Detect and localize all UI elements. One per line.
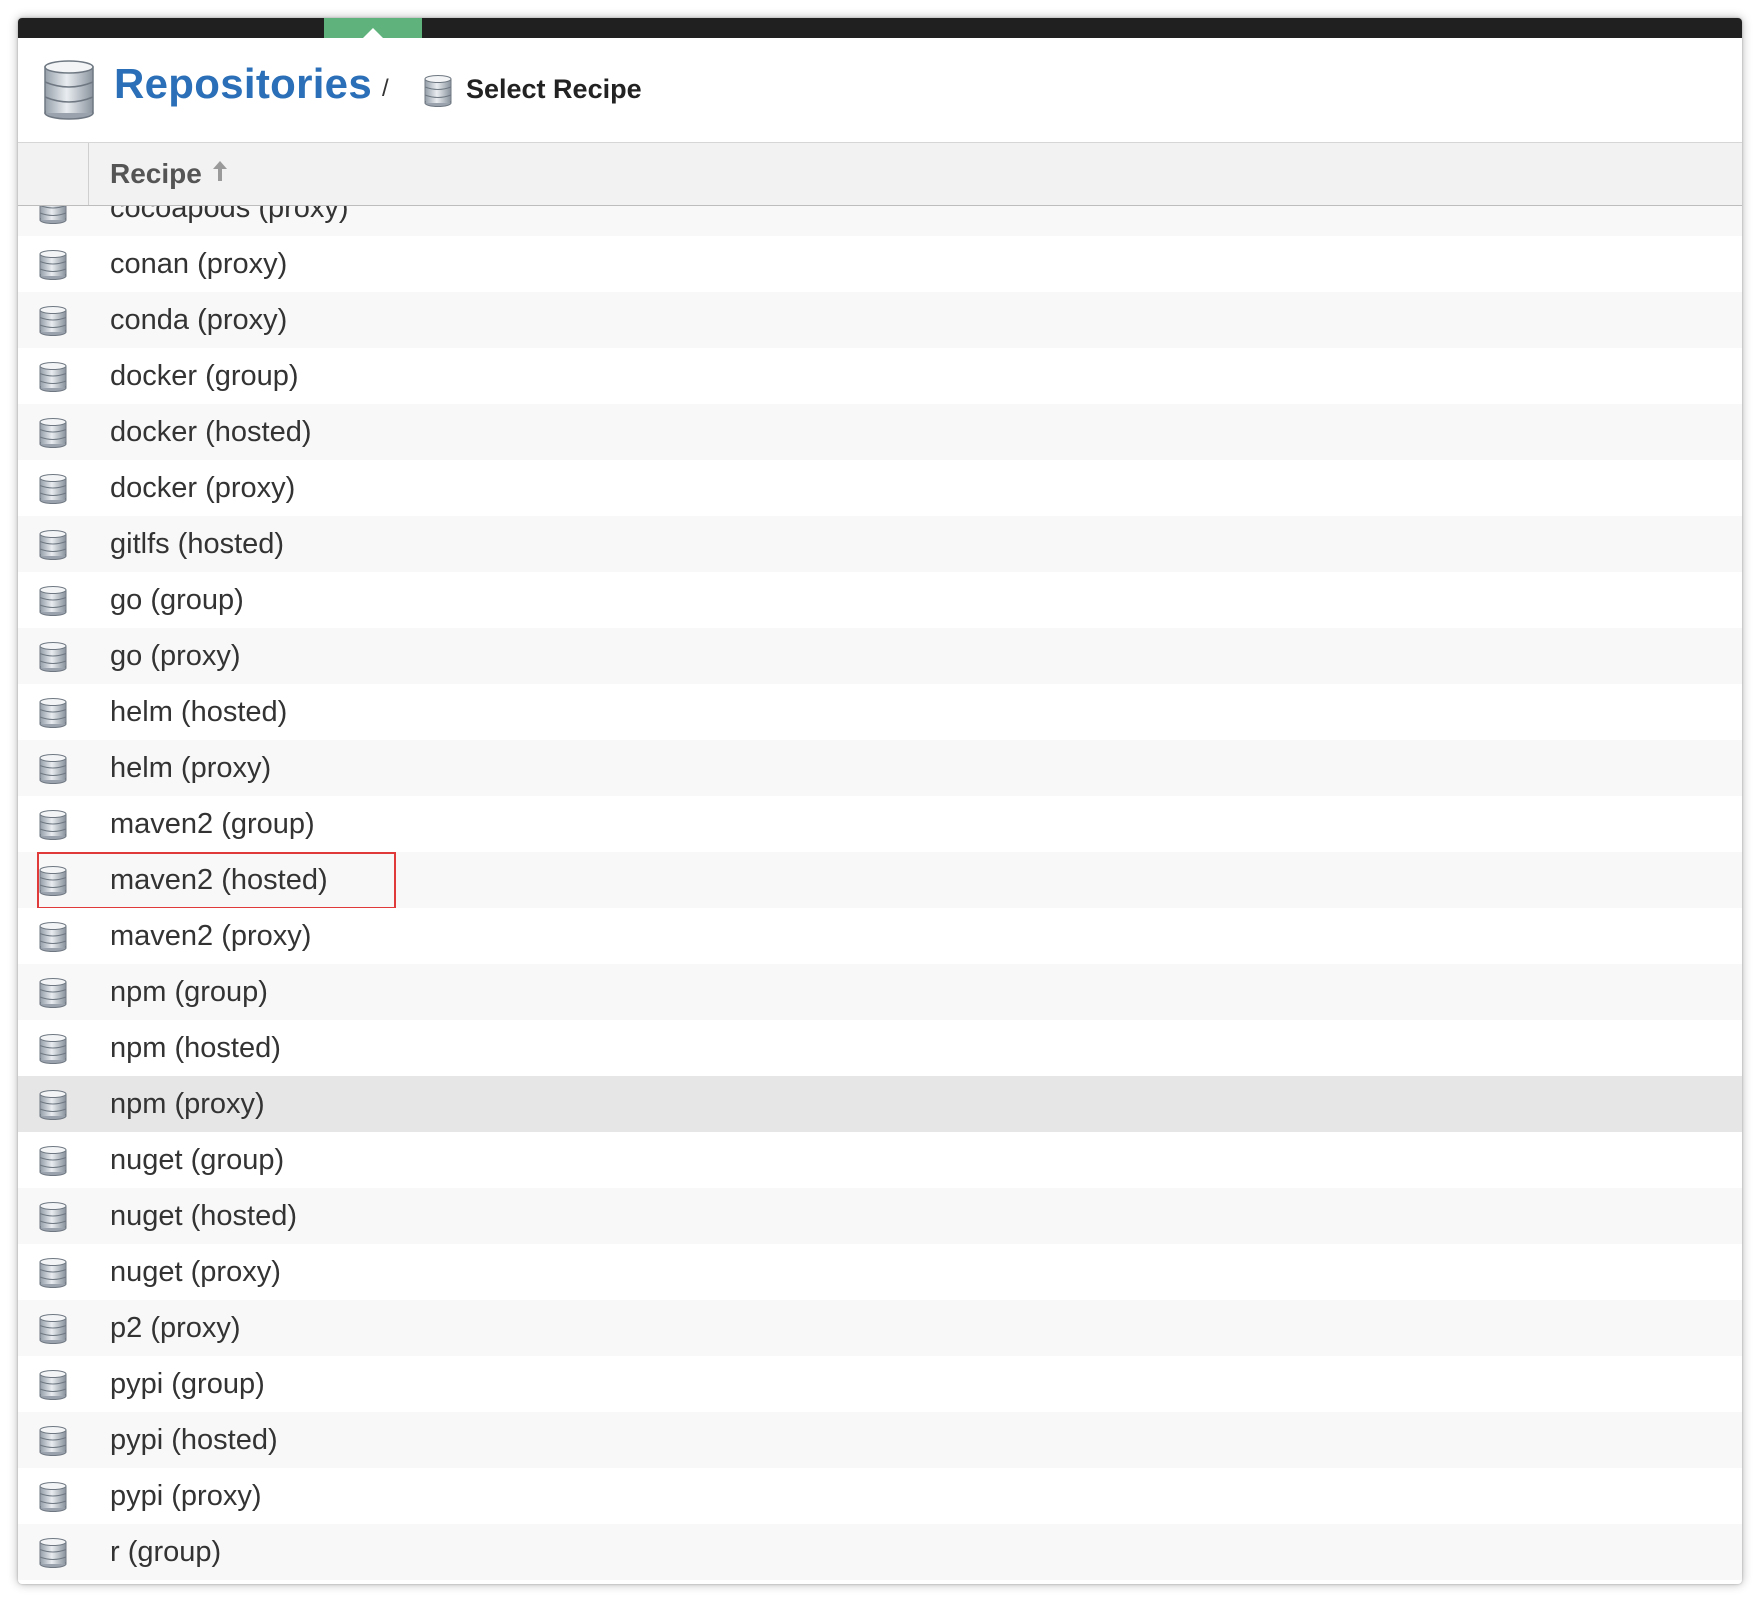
recipe-row[interactable]: pypi (hosted): [18, 1412, 1742, 1468]
recipe-label: p2 (proxy): [110, 1312, 241, 1344]
database-icon: [38, 1145, 68, 1182]
recipe-label: npm (group): [110, 976, 268, 1008]
recipe-row[interactable]: r (group): [18, 1524, 1742, 1580]
sort-ascending-arrow-icon[interactable]: [212, 157, 228, 191]
recipe-label: gitlfs (hosted): [110, 528, 285, 560]
recipe-label: nuget (proxy): [110, 1256, 281, 1288]
database-icon: [38, 249, 68, 286]
recipe-label: maven2 (hosted): [110, 864, 328, 896]
database-icon: [38, 1033, 68, 1070]
recipe-row[interactable]: gitlfs (hosted): [18, 516, 1742, 572]
recipe-row[interactable]: helm (hosted): [18, 684, 1742, 740]
recipe-row[interactable]: npm (proxy): [18, 1076, 1742, 1132]
recipe-row[interactable]: nuget (group): [18, 1132, 1742, 1188]
database-icon: [423, 74, 453, 113]
recipe-label: cocoapods (proxy): [110, 206, 349, 224]
recipe-label: nuget (hosted): [110, 1200, 298, 1232]
recipe-row[interactable]: nuget (proxy): [18, 1244, 1742, 1300]
recipe-row[interactable]: conan (proxy): [18, 236, 1742, 292]
recipe-column-label: Recipe: [110, 158, 202, 189]
table-column-header: Recipe: [18, 143, 1742, 206]
recipe-row[interactable]: conda (proxy): [18, 292, 1742, 348]
database-icon: [38, 529, 68, 566]
database-icon: [38, 305, 68, 342]
database-icon: [38, 641, 68, 678]
icon-column-header: [18, 143, 89, 205]
recipe-label: pypi (group): [110, 1368, 265, 1400]
recipe-row[interactable]: docker (group): [18, 348, 1742, 404]
breadcrumb-separator: /: [382, 75, 389, 102]
recipe-label: docker (hosted): [110, 416, 312, 448]
database-icon: [38, 809, 68, 846]
recipe-label: pypi (proxy): [110, 1480, 262, 1512]
database-icon: [38, 473, 68, 510]
database-icon: [38, 361, 68, 398]
recipe-label: conda (proxy): [110, 304, 288, 336]
database-icon: [38, 1481, 68, 1518]
recipe-row[interactable]: go (group): [18, 572, 1742, 628]
recipe-row[interactable]: pypi (proxy): [18, 1468, 1742, 1524]
recipe-label: r (group): [110, 1536, 222, 1568]
page-header: Repositories / Select Recipe: [18, 38, 1742, 143]
recipe-label: conan (proxy): [110, 248, 288, 280]
recipe-label: go (proxy): [110, 640, 241, 672]
database-icon: [38, 1257, 68, 1294]
recipe-column-header[interactable]: Recipe: [110, 157, 228, 193]
database-icon: [38, 1313, 68, 1350]
recipe-row[interactable]: docker (hosted): [18, 404, 1742, 460]
recipe-row[interactable]: maven2 (proxy): [18, 908, 1742, 964]
database-icon: [38, 921, 68, 958]
repositories-panel: Repositories / Select Recipe Recipe coco…: [18, 18, 1742, 1584]
top-navigation-bar: [18, 18, 1742, 38]
recipe-label: maven2 (proxy): [110, 920, 312, 952]
recipe-row[interactable]: maven2 (hosted): [18, 852, 1742, 909]
recipe-label: npm (hosted): [110, 1032, 281, 1064]
recipe-row[interactable]: nuget (hosted): [18, 1188, 1742, 1244]
recipe-label: go (group): [110, 584, 244, 616]
database-icon: [38, 697, 68, 734]
database-icon: [38, 206, 68, 230]
recipe-label: docker (group): [110, 360, 299, 392]
page-title[interactable]: Repositories: [114, 60, 372, 108]
recipe-list-scroll-content: cocoapods (proxy) conan (proxy) conda (pro…: [18, 206, 1742, 1580]
active-nav-tab-indicator[interactable]: [324, 18, 422, 38]
recipe-row[interactable]: npm (hosted): [18, 1020, 1742, 1076]
recipe-label: helm (hosted): [110, 696, 288, 728]
recipe-label: helm (proxy): [110, 752, 272, 784]
database-icon: [38, 865, 68, 902]
recipe-row[interactable]: npm (group): [18, 964, 1742, 1020]
database-icon: [38, 1089, 68, 1126]
database-icon: [38, 417, 68, 454]
recipe-label: nuget (group): [110, 1144, 285, 1176]
recipe-row[interactable]: pypi (group): [18, 1356, 1742, 1412]
database-icon: [38, 753, 68, 790]
recipe-label: docker (proxy): [110, 472, 296, 504]
recipe-label: npm (proxy): [110, 1088, 265, 1120]
recipe-row[interactable]: docker (proxy): [18, 460, 1742, 516]
database-icon: [38, 1537, 68, 1574]
database-icon: [38, 585, 68, 622]
active-tab-notch: [363, 28, 383, 38]
recipe-row[interactable]: p2 (proxy): [18, 1300, 1742, 1356]
database-icon: [38, 1201, 68, 1238]
recipe-label: pypi (hosted): [110, 1424, 278, 1456]
recipe-row[interactable]: go (proxy): [18, 628, 1742, 684]
database-icon: [38, 1369, 68, 1406]
recipe-row[interactable]: maven2 (group): [18, 796, 1742, 852]
recipe-row[interactable]: cocoapods (proxy): [18, 206, 1742, 236]
database-icon: [38, 977, 68, 1014]
database-icon: [38, 1425, 68, 1462]
database-icon: [42, 60, 96, 125]
recipe-row[interactable]: helm (proxy): [18, 740, 1742, 796]
breadcrumb-current: Select Recipe: [466, 74, 642, 104]
recipe-list[interactable]: cocoapods (proxy) conan (proxy) conda (pro…: [18, 206, 1742, 1584]
recipe-label: maven2 (group): [110, 808, 315, 840]
